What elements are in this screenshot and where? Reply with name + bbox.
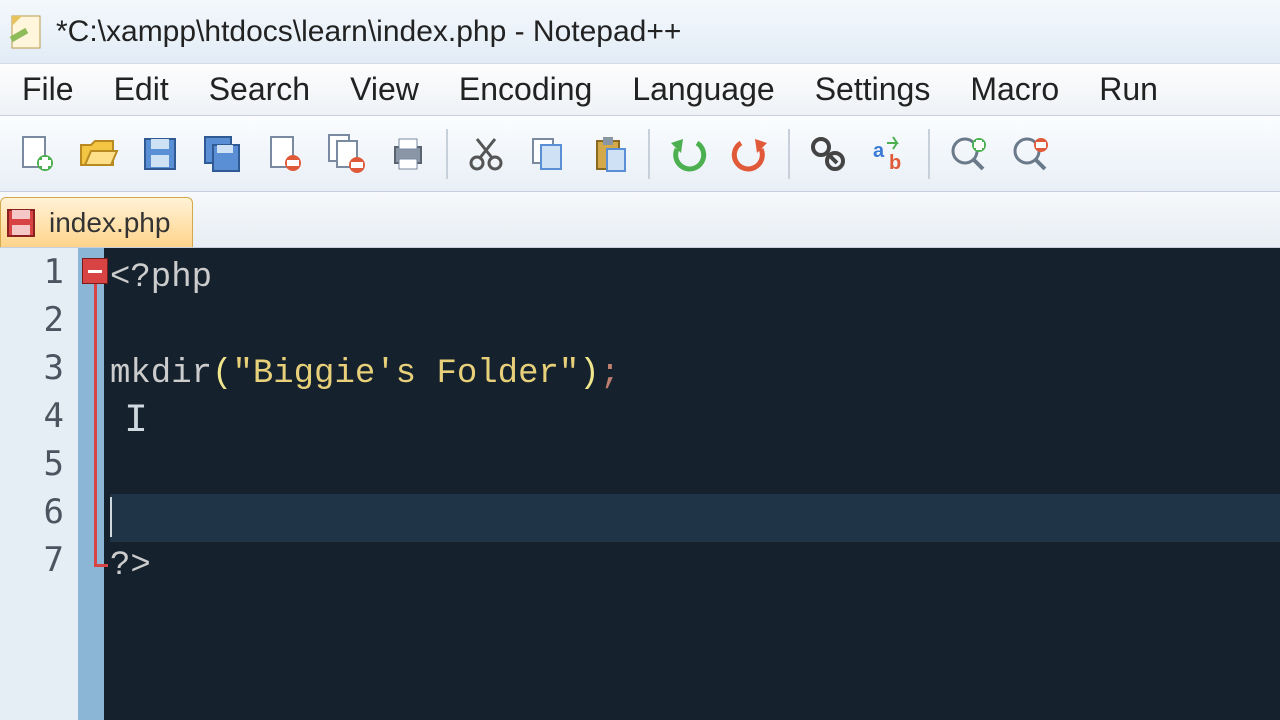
paste-button[interactable] [582, 126, 638, 182]
php-open-tag: <?php [110, 259, 212, 297]
line-number: 7 [0, 536, 78, 584]
toolbar: ab [0, 116, 1280, 192]
paren: ) [579, 355, 599, 393]
menu-file[interactable]: File [2, 69, 94, 110]
app-icon [6, 12, 46, 52]
menu-macro[interactable]: Macro [950, 69, 1079, 110]
code-line [110, 446, 1280, 494]
semicolon: ; [600, 355, 620, 393]
menu-settings[interactable]: Settings [795, 69, 951, 110]
save-button[interactable] [132, 126, 188, 182]
menu-view[interactable]: View [330, 69, 439, 110]
menu-edit[interactable]: Edit [94, 69, 189, 110]
close-all-button[interactable] [318, 126, 374, 182]
code-editor[interactable]: 1 2 3 4 5 6 7 <?php mkdir("Biggie's Fold… [0, 248, 1280, 720]
toolbar-separator [648, 129, 650, 179]
title-bar: *C:\xampp\htdocs\learn\index.php - Notep… [0, 0, 1280, 64]
text-caret-icon [110, 497, 112, 537]
undo-button[interactable] [660, 126, 716, 182]
menu-search[interactable]: Search [189, 69, 330, 110]
code-line [110, 302, 1280, 350]
tab-bar: index.php [0, 192, 1280, 248]
tab-label: index.php [49, 207, 170, 239]
tab-active[interactable]: index.php [0, 197, 193, 247]
code-line [110, 398, 1280, 446]
print-button[interactable] [380, 126, 436, 182]
find-button[interactable] [800, 126, 856, 182]
toolbar-separator [928, 129, 930, 179]
gutter: 1 2 3 4 5 6 7 [0, 248, 104, 720]
toolbar-separator [788, 129, 790, 179]
line-number: 4 [0, 392, 78, 440]
save-all-button[interactable] [194, 126, 250, 182]
new-file-button[interactable] [8, 126, 64, 182]
line-numbers: 1 2 3 4 5 6 7 [0, 248, 78, 720]
line-number: 2 [0, 296, 78, 344]
code-area[interactable]: <?php mkdir("Biggie's Folder"); ?> I [104, 248, 1280, 720]
fold-column [78, 248, 104, 720]
zoom-out-button[interactable] [1002, 126, 1058, 182]
php-close-tag: ?> [110, 547, 151, 585]
copy-button[interactable] [520, 126, 576, 182]
modified-file-icon [1, 203, 41, 243]
redo-button[interactable] [722, 126, 778, 182]
line-number: 6 [0, 488, 78, 536]
current-line [110, 494, 1280, 542]
string-literal: "Biggie's Folder" [232, 355, 579, 393]
line-number: 3 [0, 344, 78, 392]
cut-button[interactable] [458, 126, 514, 182]
menu-language[interactable]: Language [612, 69, 794, 110]
replace-button[interactable]: ab [862, 126, 918, 182]
fold-guide [94, 284, 97, 564]
paren: ( [212, 355, 232, 393]
function-name: mkdir [110, 355, 212, 393]
svg-text:a: a [873, 140, 885, 162]
toolbar-separator [446, 129, 448, 179]
cursor-ibeam-icon: I [124, 398, 148, 446]
menu-encoding[interactable]: Encoding [439, 69, 612, 110]
zoom-in-button[interactable] [940, 126, 996, 182]
menu-bar: File Edit Search View Encoding Language … [0, 64, 1280, 116]
line-number: 5 [0, 440, 78, 488]
open-file-button[interactable] [70, 126, 126, 182]
svg-text:b: b [889, 152, 901, 174]
menu-run[interactable]: Run [1079, 69, 1178, 110]
window-title: *C:\xampp\htdocs\learn\index.php - Notep… [56, 15, 681, 49]
line-number: 1 [0, 248, 78, 296]
close-button[interactable] [256, 126, 312, 182]
